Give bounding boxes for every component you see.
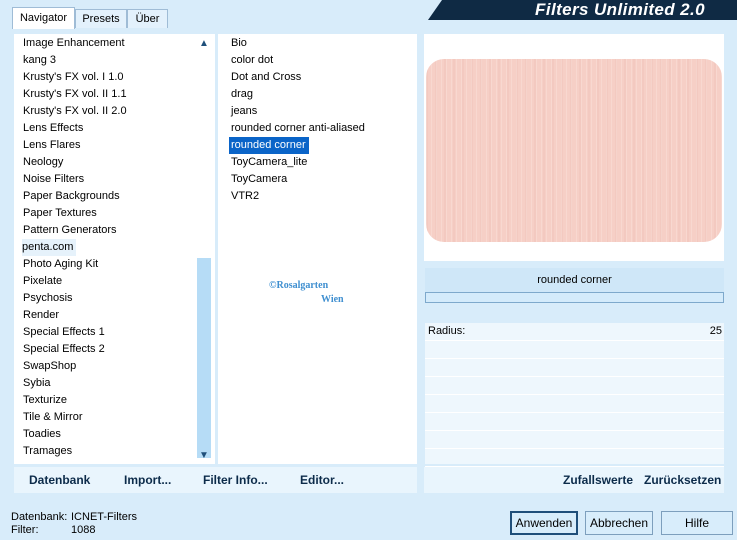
preview-image xyxy=(426,59,722,242)
category-item[interactable]: Pattern Generators xyxy=(23,222,117,239)
category-scrollbar[interactable]: ▲ ▼ xyxy=(196,34,212,464)
app-title: Filters Unlimited 2.0 xyxy=(535,0,705,19)
datenbank-info-label: Datenbank: xyxy=(11,511,68,523)
preview-panel xyxy=(424,34,724,261)
category-item[interactable]: Tile & Mirror xyxy=(23,409,82,426)
category-item[interactable]: Sybia xyxy=(23,375,51,392)
category-item[interactable]: kang 3 xyxy=(23,52,56,69)
datenbank-link[interactable]: Datenbank xyxy=(29,473,90,487)
filter-item[interactable]: rounded corner xyxy=(229,137,309,154)
cancel-button[interactable]: Abbrechen xyxy=(585,511,653,535)
import-link[interactable]: Import... xyxy=(124,473,171,487)
scroll-down-arrow-icon[interactable]: ▼ xyxy=(196,448,212,464)
category-item[interactable]: Lens Flares xyxy=(23,137,80,154)
scroll-up-arrow-icon[interactable]: ▲ xyxy=(196,36,212,52)
filter-info-link[interactable]: Filter Info... xyxy=(203,473,268,487)
param-row-empty xyxy=(425,431,724,449)
category-item[interactable]: Toadies xyxy=(23,426,61,443)
zufallswerte-link[interactable]: Zufallswerte xyxy=(563,473,633,487)
filter-count-label: Filter: xyxy=(11,524,39,536)
filter-item[interactable]: drag xyxy=(231,86,253,103)
category-item[interactable]: SwapShop xyxy=(23,358,76,375)
filter-item[interactable]: VTR2 xyxy=(231,188,259,205)
filter-item[interactable]: color dot xyxy=(231,52,273,69)
tab-navigator[interactable]: Navigator xyxy=(12,7,75,29)
category-item[interactable]: Tramages xyxy=(23,443,72,460)
category-item[interactable]: Photo Aging Kit xyxy=(23,256,98,273)
category-item[interactable]: Paper Textures xyxy=(23,205,97,222)
radius-label: Radius: xyxy=(428,325,466,337)
category-item[interactable]: Krusty's FX vol. I 1.0 xyxy=(23,69,124,86)
category-item[interactable]: Pixelate xyxy=(23,273,62,290)
tab-ueber[interactable]: Über xyxy=(127,9,168,28)
category-item[interactable]: Paper Backgrounds xyxy=(23,188,120,205)
watermark-text-line1: ©Rosalgarten xyxy=(269,280,329,291)
param-row-empty xyxy=(425,341,724,359)
parameter-divider xyxy=(425,292,724,303)
category-item[interactable]: Render xyxy=(23,307,59,324)
param-row-empty xyxy=(425,359,724,377)
filter-item[interactable]: Dot and Cross xyxy=(231,69,301,86)
category-item[interactable]: Krusty's FX vol. II 2.0 xyxy=(23,103,127,120)
help-button[interactable]: Hilfe xyxy=(661,511,733,535)
filter-list[interactable]: Bio color dot Dot and Cross drag jeans rounde… xyxy=(218,34,417,464)
editor-link[interactable]: Editor... xyxy=(300,473,344,487)
category-item[interactable]: penta.com xyxy=(22,239,77,256)
scrollbar-thumb[interactable] xyxy=(197,258,211,458)
category-item[interactable]: Texturize xyxy=(23,392,67,409)
filter-item[interactable]: rounded corner anti-aliased xyxy=(231,120,365,137)
filter-item[interactable]: jeans xyxy=(231,103,257,120)
param-row-empty xyxy=(425,449,724,467)
filter-item[interactable]: Bio xyxy=(231,35,247,52)
param-row-empty xyxy=(425,395,724,413)
category-item[interactable]: Krusty's FX vol. II 1.1 xyxy=(23,86,127,103)
category-list[interactable]: Image Enhancement kang 3 Krusty's FX vol. … xyxy=(14,34,215,464)
datenbank-info-value: ICNET-Filters xyxy=(71,511,137,523)
watermark-text-line2: Wien xyxy=(321,294,344,305)
category-item[interactable]: Lens Effects xyxy=(23,120,83,137)
category-item[interactable]: Psychosis xyxy=(23,290,73,307)
filter-item[interactable]: ToyCamera_lite xyxy=(231,154,307,171)
radius-value[interactable]: 25 xyxy=(710,325,722,337)
param-row-radius[interactable]: Radius: 25 xyxy=(425,323,724,341)
tab-presets[interactable]: Presets xyxy=(75,9,127,28)
zuruecksetzen-link[interactable]: Zurücksetzen xyxy=(644,473,721,487)
category-item[interactable]: Image Enhancement xyxy=(23,35,125,52)
category-item[interactable]: Special Effects 1 xyxy=(23,324,105,341)
category-item[interactable]: Noise Filters xyxy=(23,171,84,188)
parameter-area: Radius: 25 xyxy=(425,323,724,467)
apply-button[interactable]: Anwenden xyxy=(510,511,578,535)
param-row-empty xyxy=(425,377,724,395)
category-item[interactable]: Special Effects 2 xyxy=(23,341,105,358)
title-banner: Filters Unlimited 2.0 xyxy=(428,0,737,20)
filter-item[interactable]: ToyCamera xyxy=(231,171,287,188)
param-row-empty xyxy=(425,413,724,431)
category-item[interactable]: Neology xyxy=(23,154,63,171)
selected-filter-name: rounded corner xyxy=(425,268,724,292)
right-link-bar: Zufallswerte Zurücksetzen xyxy=(424,467,724,493)
left-link-bar: Datenbank Import... Filter Info... Edito… xyxy=(14,467,417,493)
filter-count-value: 1088 xyxy=(71,524,96,536)
